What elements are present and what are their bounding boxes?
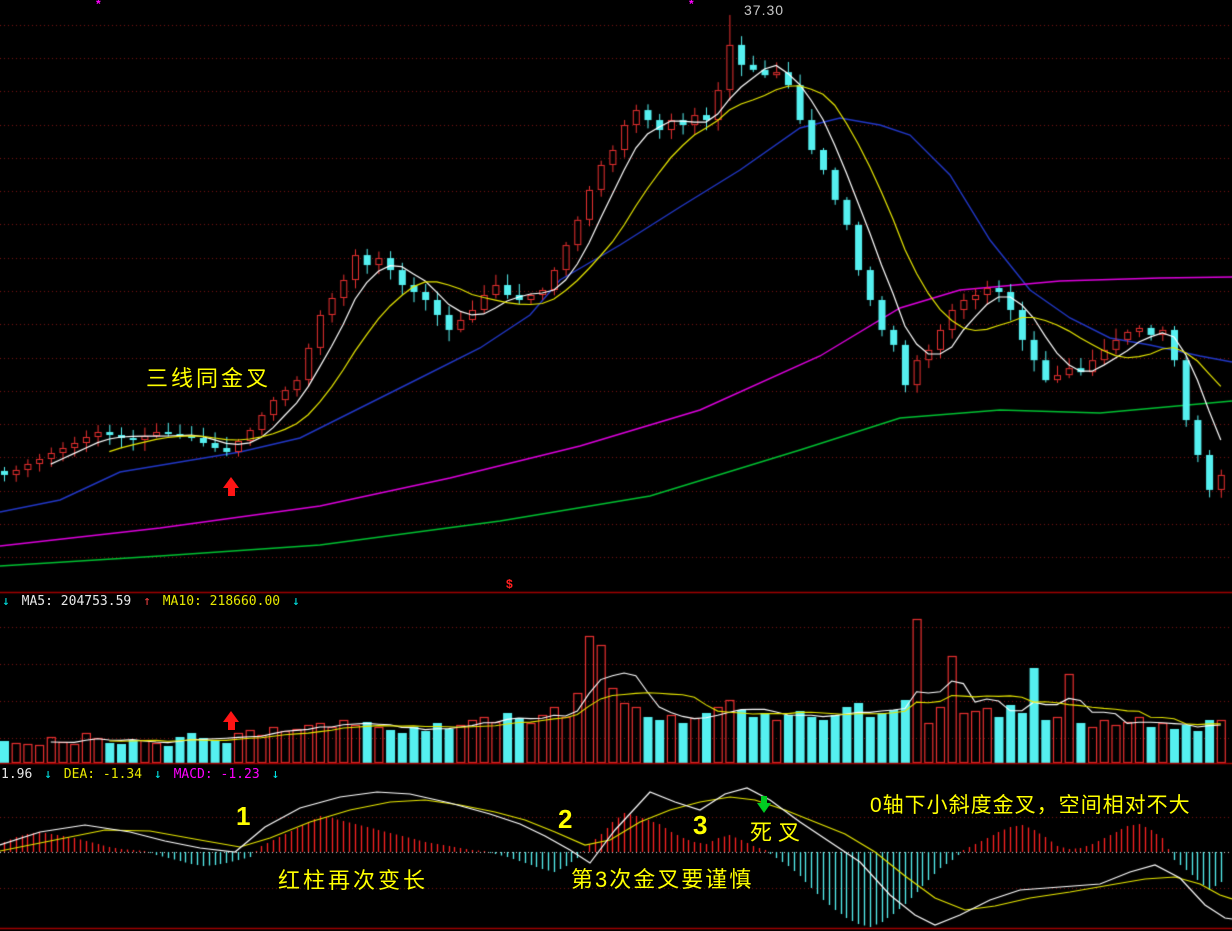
arrow-stem <box>228 722 235 730</box>
macd-indicator-header: 1.96 ↓ DEA: -1.34 ↓ MACD: -1.23 ↓ <box>1 767 283 783</box>
buy-signal-arrow-icon <box>223 711 240 731</box>
down-arrow-icon: ↓ <box>154 767 162 782</box>
annotation-below-zero-note: 0轴下小斜度金叉，空间相对不大 <box>870 795 1191 816</box>
dif-value: 1.96 <box>1 767 32 782</box>
annotation-three-line-golden-cross: 三线同金叉 <box>146 368 271 390</box>
volume-ma10-value: MA10: 218660.00 <box>163 594 280 609</box>
death-cross-arrow-icon <box>757 796 772 813</box>
annotation-red-bars-longer: 红柱再次变长 <box>278 870 428 892</box>
annotation-golden-cross-2: 2 <box>558 806 572 832</box>
stock-chart-window: 37.30 三线同金叉 * * $ ↓ MA5: 204753.59 ↑ MA1… <box>0 0 1232 931</box>
exdividend-marker-icon: * <box>96 0 101 11</box>
volume-ma5-value: MA5: 204753.59 <box>22 594 132 609</box>
peak-price-label: 37.30 <box>744 2 784 18</box>
exdividend-marker-icon: * <box>689 0 694 11</box>
annotation-golden-cross-3: 3 <box>693 812 707 838</box>
up-arrow-icon: ↑ <box>143 594 151 609</box>
arrow-head <box>223 711 239 722</box>
event-marker-icon: $ <box>506 577 513 591</box>
volume-indicator-header: ↓ MA5: 204753.59 ↑ MA10: 218660.00 ↓ <box>2 594 304 610</box>
arrow-head <box>223 477 239 488</box>
down-arrow-icon: ↓ <box>2 594 10 609</box>
arrow-stem <box>761 796 767 803</box>
arrow-stem <box>228 488 235 496</box>
down-arrow-icon: ↓ <box>44 767 52 782</box>
macd-value: MACD: -1.23 <box>174 767 260 782</box>
kline-chart-canvas[interactable] <box>0 0 1232 931</box>
down-arrow-icon: ↓ <box>292 594 300 609</box>
buy-signal-arrow-icon <box>223 477 240 497</box>
annotation-golden-cross-1: 1 <box>236 803 250 829</box>
arrow-head <box>757 803 771 813</box>
annotation-death-cross: 死叉 <box>750 822 806 844</box>
dea-value: DEA: -1.34 <box>64 767 142 782</box>
down-arrow-icon: ↓ <box>271 767 279 782</box>
annotation-third-cross-caution: 第3次金叉要谨慎 <box>571 869 753 891</box>
